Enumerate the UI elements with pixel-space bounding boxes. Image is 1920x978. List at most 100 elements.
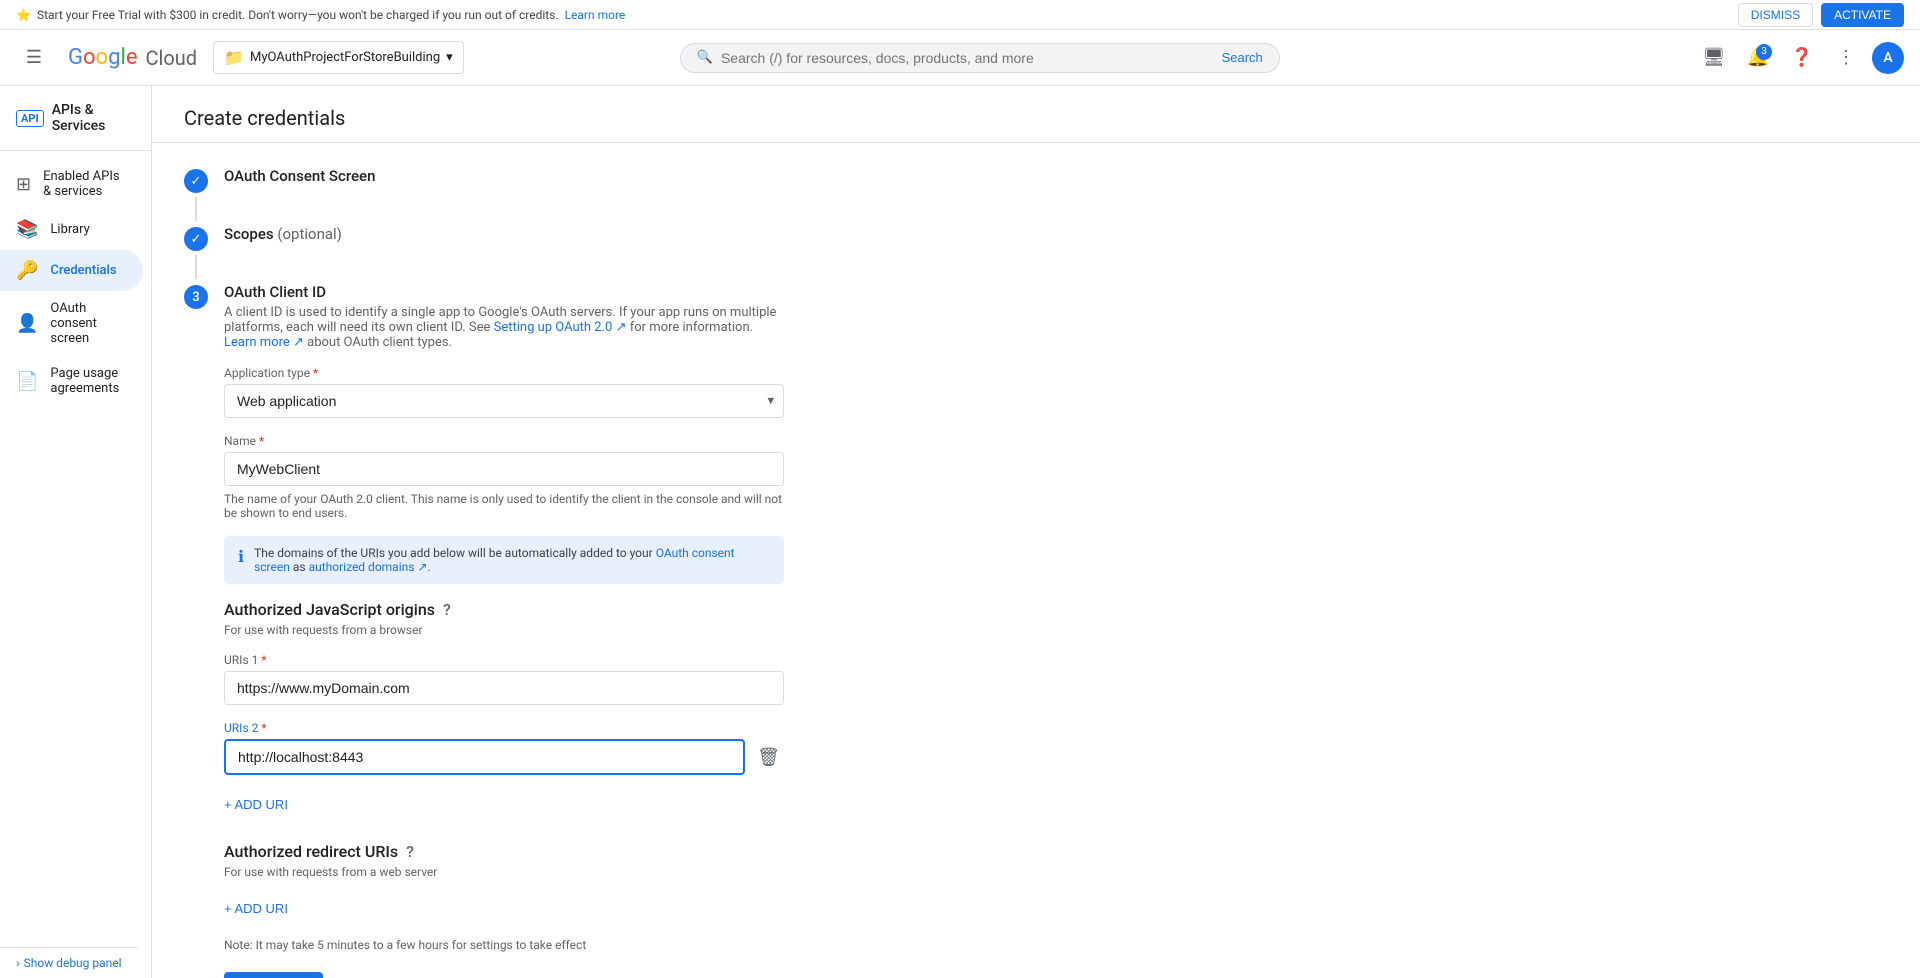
- step-1-title: OAuth Consent Screen: [224, 167, 375, 185]
- redirect-uris-title: Authorized redirect URIs ?: [224, 842, 784, 861]
- top-banner: ⭐ Start your Free Trial with $300 in cre…: [0, 0, 1920, 30]
- name-field-hint: The name of your OAuth 2.0 client. This …: [224, 492, 784, 520]
- name-field-label: Name *: [224, 434, 784, 448]
- display-icon: 🖥: [1703, 47, 1726, 68]
- action-buttons: CREATE CANCEL: [224, 972, 784, 978]
- banner-star-icon: ⭐: [16, 8, 31, 22]
- debug-panel-toggle[interactable]: › Show debug panel: [0, 947, 138, 978]
- step-2-indicator: ✓: [184, 227, 208, 251]
- add-redirect-uri-button[interactable]: + ADD URI: [224, 895, 288, 922]
- header: ☰ Google Cloud 📁 MyOAuthProjectForStoreB…: [0, 30, 1920, 86]
- chevron-right-icon: ›: [16, 956, 20, 970]
- redirect-uris-help-icon[interactable]: ?: [406, 842, 414, 861]
- search-icon: 🔍: [697, 50, 713, 65]
- help-icon: ❓: [1791, 47, 1813, 68]
- sidebar-item-credentials[interactable]: 🔑 Credentials: [0, 250, 143, 291]
- notification-button[interactable]: 🔔 3: [1740, 40, 1776, 76]
- app-layout: API APIs & Services ⊞ Enabled APIs & ser…: [0, 86, 1920, 978]
- sidebar-title: APIs & Services: [52, 102, 135, 134]
- js-origins-section: Authorized JavaScript origins ? For use …: [224, 600, 784, 818]
- sidebar-item-label: Library: [50, 222, 89, 237]
- create-button[interactable]: CREATE: [224, 972, 323, 978]
- info-icon: ℹ: [238, 547, 244, 566]
- step-3-title: OAuth Client ID: [224, 283, 784, 301]
- enabled-apis-icon: ⊞: [16, 174, 31, 195]
- notification-badge: 3: [1756, 44, 1772, 60]
- redirect-uris-subtitle: For use with requests from a web server: [224, 865, 784, 879]
- logo-o2: o: [96, 45, 109, 70]
- sidebar-item-enabled-apis[interactable]: ⊞ Enabled APIs & services: [0, 159, 143, 209]
- display-icon-button[interactable]: 🖥: [1696, 40, 1732, 76]
- logo-e: e: [126, 45, 138, 70]
- step-oauth-consent: ✓ OAuth Consent Screen: [184, 167, 1888, 193]
- search-input[interactable]: [721, 50, 1214, 66]
- sidebar-item-label: Credentials: [50, 263, 116, 278]
- folder-icon: 📁: [224, 48, 244, 67]
- dismiss-button[interactable]: DISMISS: [1738, 3, 1813, 27]
- settings-note: Note: It may take 5 minutes to a few hou…: [224, 938, 784, 952]
- logo-g2: g: [108, 45, 120, 70]
- page-title: Create credentials: [152, 86, 1920, 143]
- oauth-consent-icon: 👤: [16, 313, 38, 334]
- learn-more-link[interactable]: Learn more ↗: [224, 335, 304, 350]
- sidebar-item-label: OAuth consent screen: [50, 301, 127, 346]
- app-type-select-wrapper: Web application Android iOS Desktop app …: [224, 384, 784, 418]
- sidebar: API APIs & Services ⊞ Enabled APIs & ser…: [0, 86, 152, 978]
- page-usage-icon: 📄: [16, 371, 38, 392]
- debug-panel-label: Show debug panel: [24, 956, 122, 970]
- credentials-icon: 🔑: [16, 260, 38, 281]
- step-scopes: ✓ Scopes (optional): [184, 225, 1888, 251]
- sidebar-item-label: Enabled APIs & services: [43, 169, 127, 199]
- application-type-group: Application type * Web application Andro…: [224, 366, 784, 418]
- application-type-select[interactable]: Web application Android iOS Desktop app …: [224, 384, 784, 418]
- header-actions: 🖥 🔔 3 ❓ ⋮ A: [1696, 40, 1904, 76]
- uri-info-box: ℹ The domains of the URIs you add below …: [224, 536, 784, 584]
- authorized-domains-link[interactable]: authorized domains ↗: [309, 560, 428, 574]
- uri-1-label: URIs 1 *: [224, 653, 784, 667]
- setting-oauth-link[interactable]: Setting up OAuth 2.0 ↗: [494, 320, 627, 335]
- delete-icon: 🗑: [757, 747, 780, 768]
- step-2-title: Scopes (optional): [224, 225, 342, 243]
- add-js-uri-button[interactable]: + ADD URI: [224, 791, 288, 818]
- connector-2: [195, 255, 197, 279]
- uri-2-row: 🗑: [224, 739, 784, 775]
- activate-button[interactable]: ACTIVATE: [1821, 3, 1904, 27]
- uri-2-label: URIs 2 *: [224, 721, 784, 735]
- uri-2-input[interactable]: [224, 739, 745, 775]
- help-button[interactable]: ❓: [1784, 40, 1820, 76]
- uri-2-delete-button[interactable]: 🗑: [753, 743, 784, 772]
- more-options-button[interactable]: ⋮: [1828, 40, 1864, 76]
- more-icon: ⋮: [1837, 47, 1855, 68]
- uri-1-row: [224, 671, 784, 705]
- step-1-indicator: ✓: [184, 169, 208, 193]
- chevron-down-icon: ▾: [446, 50, 453, 65]
- search-button[interactable]: Search: [1222, 50, 1263, 65]
- project-selector[interactable]: 📁 MyOAuthProjectForStoreBuilding ▾: [213, 41, 464, 74]
- uri-1-input[interactable]: [224, 671, 784, 705]
- library-icon: 📚: [16, 219, 38, 240]
- sidebar-item-library[interactable]: 📚 Library: [0, 209, 143, 250]
- sidebar-item-page-usage[interactable]: 📄 Page usage agreements: [0, 356, 143, 406]
- about-text: about OAuth client types.: [307, 335, 452, 350]
- client-name-input[interactable]: [224, 452, 784, 486]
- step-oauth-client-id: 3 OAuth Client ID A client ID is used to…: [184, 283, 1888, 978]
- uri-1-group: URIs 1 *: [224, 653, 784, 705]
- api-badge: API: [16, 110, 44, 127]
- logo-o1: o: [83, 45, 96, 70]
- connector-1: [195, 197, 197, 221]
- cancel-button[interactable]: CANCEL: [335, 972, 400, 978]
- banner-learn-more-link[interactable]: Learn more: [565, 8, 626, 22]
- for-more-text: for more information.: [630, 320, 753, 335]
- hamburger-menu-button[interactable]: ☰: [16, 40, 52, 76]
- google-cloud-logo: Google Cloud: [68, 45, 197, 70]
- js-origins-help-icon[interactable]: ?: [443, 600, 451, 619]
- cloud-text: Cloud: [145, 46, 197, 70]
- avatar[interactable]: A: [1872, 42, 1904, 74]
- banner-text: Start your Free Trial with $300 in credi…: [37, 8, 559, 22]
- redirect-uris-section: Authorized redirect URIs ? For use with …: [224, 842, 784, 922]
- info-box-text: The domains of the URIs you add below wi…: [254, 546, 770, 574]
- js-origins-title: Authorized JavaScript origins ?: [224, 600, 784, 619]
- logo-g: G: [68, 45, 83, 70]
- name-field-group: Name * The name of your OAuth 2.0 client…: [224, 434, 784, 520]
- sidebar-item-oauth-consent[interactable]: 👤 OAuth consent screen: [0, 291, 143, 356]
